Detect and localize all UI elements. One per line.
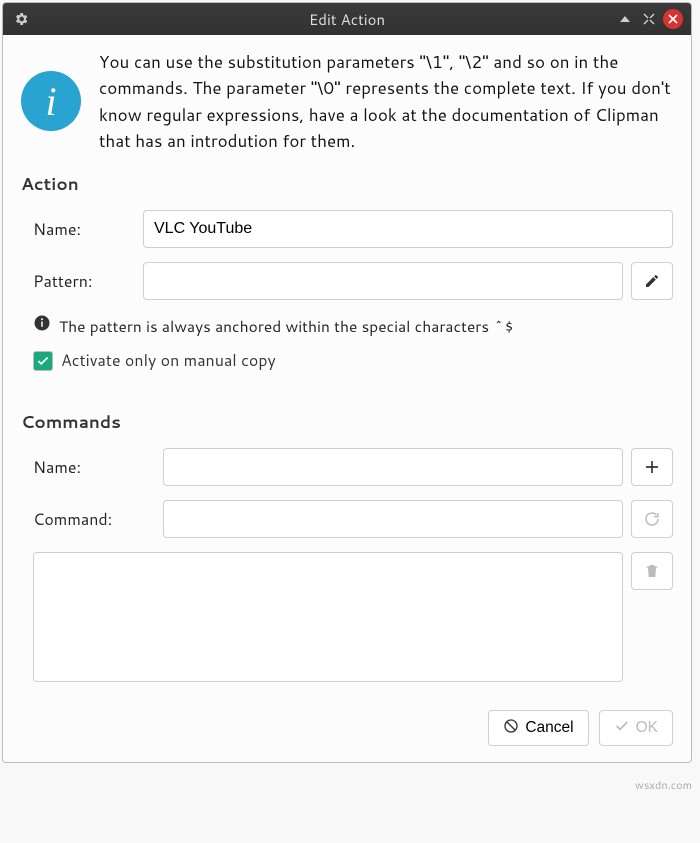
command-label: Command: bbox=[33, 508, 163, 531]
command-input[interactable] bbox=[163, 500, 623, 538]
cancel-label: Cancel bbox=[525, 719, 573, 737]
info-icon: i bbox=[21, 71, 81, 131]
delete-command-button[interactable] bbox=[631, 552, 673, 590]
action-name-input[interactable] bbox=[143, 210, 673, 248]
commands-section-title: Commands bbox=[21, 410, 673, 434]
ok-label: OK bbox=[636, 719, 658, 737]
add-command-button[interactable] bbox=[631, 448, 673, 486]
check-icon bbox=[614, 718, 630, 739]
info-text: You can use the substitution parameters … bbox=[99, 49, 673, 154]
titlebar: Edit Action bbox=[3, 3, 691, 35]
pattern-label: Pattern: bbox=[33, 270, 143, 293]
commands-list-area[interactable] bbox=[33, 552, 623, 682]
window-title: Edit Action bbox=[3, 9, 691, 30]
anchor-note: The pattern is always anchored within th… bbox=[59, 315, 514, 337]
info-circle-icon bbox=[33, 314, 51, 337]
window-close-button[interactable] bbox=[663, 9, 683, 29]
action-section-title: Action bbox=[21, 172, 673, 196]
gear-icon[interactable] bbox=[11, 9, 31, 29]
window-up-icon[interactable] bbox=[615, 9, 635, 29]
watermark-text: wsxdn.com bbox=[635, 777, 692, 793]
activate-manual-copy-checkbox[interactable]: Activate only on manual copy bbox=[21, 349, 673, 372]
refresh-command-button[interactable] bbox=[631, 500, 673, 538]
activate-label: Activate only on manual copy bbox=[61, 349, 276, 372]
window-maximize-icon[interactable] bbox=[639, 9, 659, 29]
cancel-icon bbox=[503, 718, 519, 739]
pattern-edit-button[interactable] bbox=[631, 262, 673, 300]
command-name-input[interactable] bbox=[163, 448, 623, 486]
action-name-label: Name: bbox=[33, 218, 143, 241]
ok-button[interactable]: OK bbox=[599, 710, 673, 746]
command-name-label: Name: bbox=[33, 456, 163, 479]
dialog-window: Edit Action i You can use the substituti… bbox=[2, 2, 692, 763]
cancel-button[interactable]: Cancel bbox=[488, 710, 588, 746]
pattern-input[interactable] bbox=[143, 262, 623, 300]
checkmark-icon bbox=[33, 351, 53, 371]
